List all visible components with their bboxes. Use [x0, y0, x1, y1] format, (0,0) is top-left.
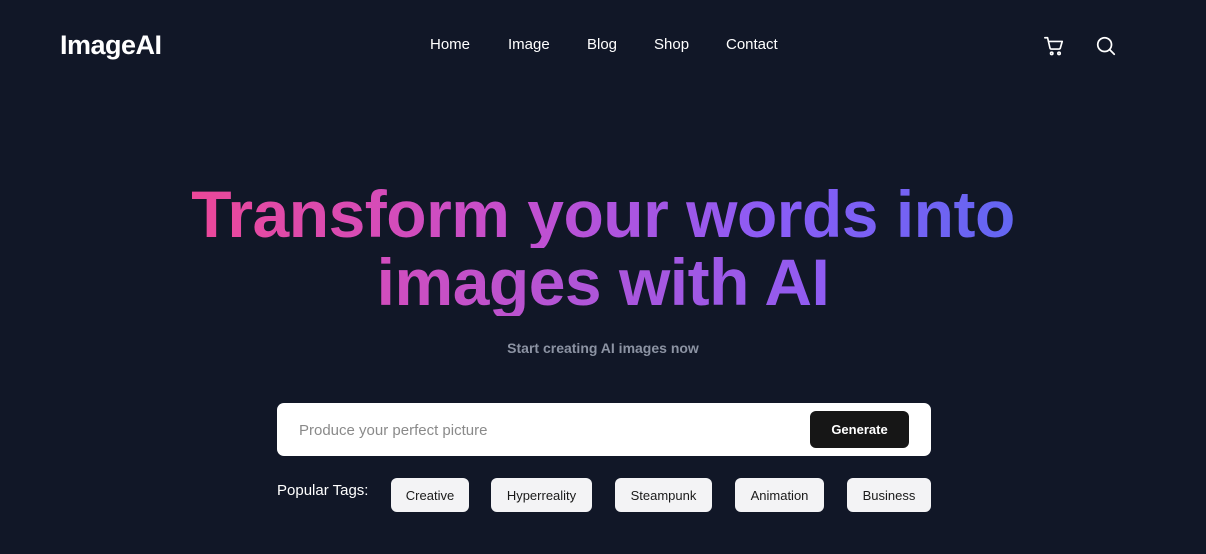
hero-subtitle: Start creating AI images now — [507, 340, 699, 356]
tag-hyperreality[interactable]: Hyperreality — [491, 478, 592, 512]
nav-item-contact[interactable]: Contact — [726, 36, 778, 53]
hero-title: Transform your words into images with AI — [0, 180, 1206, 316]
popular-tags-label: Popular Tags: — [277, 482, 369, 499]
search-icon[interactable] — [1094, 34, 1118, 58]
prompt-bar: Generate — [277, 403, 931, 456]
tag-creative[interactable]: Creative — [391, 478, 469, 512]
nav-item-image[interactable]: Image — [508, 36, 550, 53]
nav-item-home[interactable]: Home — [430, 36, 470, 53]
prompt-input[interactable] — [299, 419, 799, 441]
tag-business[interactable]: Business — [847, 478, 931, 512]
cart-icon[interactable] — [1042, 34, 1066, 58]
page: ImageAI Home Image Blog Shop Contact Tra… — [0, 0, 1206, 554]
hero-title-line-1: Transform your words into — [191, 177, 1015, 251]
main-nav: Home Image Blog Shop Contact — [0, 36, 1206, 56]
generate-button[interactable]: Generate — [810, 411, 909, 448]
tag-steampunk[interactable]: Steampunk — [615, 478, 712, 512]
hero-title-line-2: images with AI — [376, 245, 830, 319]
nav-item-shop[interactable]: Shop — [654, 36, 689, 53]
nav-item-blog[interactable]: Blog — [587, 36, 617, 53]
tag-animation[interactable]: Animation — [735, 478, 824, 512]
